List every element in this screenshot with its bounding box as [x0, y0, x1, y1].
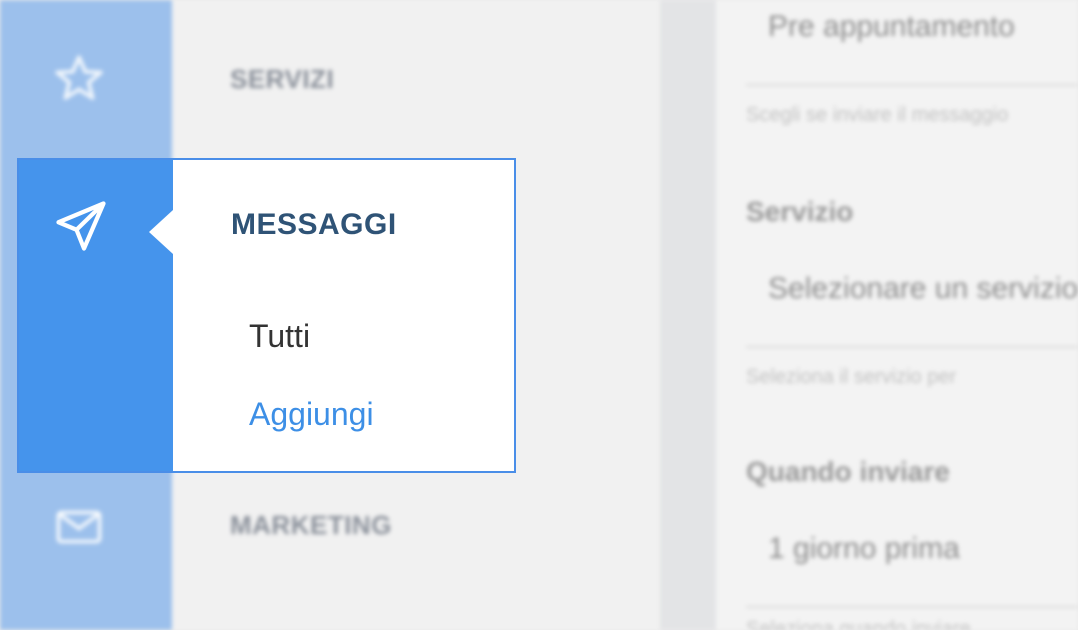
field-divider	[746, 606, 1078, 608]
flyout-title: MESSAGGI	[231, 208, 397, 241]
servizio-label: Servizio	[746, 196, 854, 227]
servizio-select[interactable]: Selezionare un servizio	[768, 272, 1078, 306]
field-divider	[746, 346, 1078, 348]
field-divider	[746, 84, 1078, 86]
nav-section-servizi[interactable]: SERVIZI	[230, 64, 334, 95]
nav-section-marketing[interactable]: MARKETING	[230, 510, 392, 541]
send-type-help: Scegli se inviare il messaggio	[746, 104, 1009, 126]
send-type-value[interactable]: Pre appuntamento	[768, 10, 1015, 44]
paper-plane-icon	[56, 201, 106, 251]
quando-label: Quando inviare	[746, 456, 950, 487]
star-icon[interactable]	[50, 50, 108, 108]
quando-select[interactable]: 1 giorno prima	[768, 532, 960, 566]
menu-item-tutti[interactable]: Tutti	[249, 318, 310, 355]
menu-item-aggiungi[interactable]: Aggiungi	[249, 396, 374, 433]
flyout-icon-rail[interactable]	[19, 160, 173, 471]
messaggi-flyout-menu: MESSAGGI Tutti Aggiungi	[17, 158, 516, 473]
quando-help: Seleziona quando inviare	[746, 618, 971, 630]
envelope-icon[interactable]	[50, 498, 108, 556]
message-form: Pre appuntamento Scegli se inviare il me…	[716, 0, 1078, 630]
content-gutter	[660, 0, 716, 630]
flyout-pointer	[149, 210, 173, 254]
servizio-help: Seleziona il servizio per	[746, 366, 957, 388]
